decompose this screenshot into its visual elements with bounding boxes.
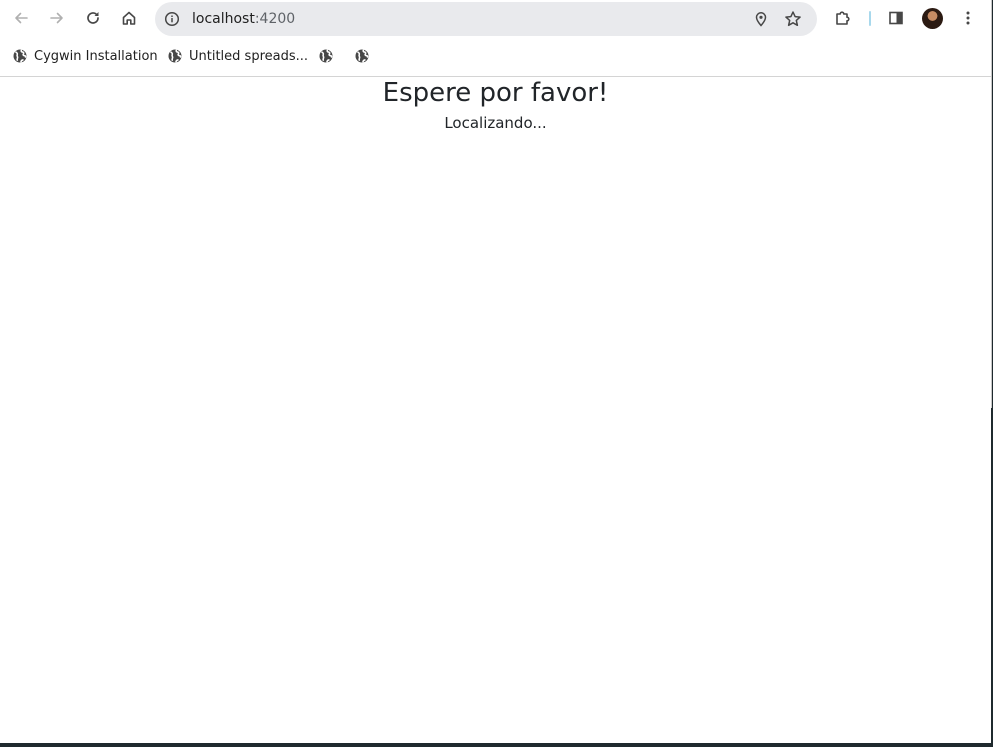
page-title: Espere por favor!	[382, 78, 609, 108]
star-icon[interactable]	[783, 9, 803, 29]
globe-icon	[355, 49, 369, 63]
extensions-button[interactable]	[829, 4, 857, 32]
url-host: localhost	[192, 11, 255, 27]
page-content: Espere por favor! Localizando...	[0, 77, 991, 743]
info-icon[interactable]	[163, 10, 181, 28]
side-panel-icon	[889, 11, 903, 25]
bookmark-label: Cygwin Installation	[34, 48, 158, 64]
side-panel-button[interactable]	[882, 4, 910, 32]
arrow-left-icon	[15, 12, 28, 24]
arrow-right-icon	[50, 12, 63, 24]
url-text[interactable]: localhost:4200	[192, 11, 295, 27]
back-button[interactable]	[7, 4, 35, 32]
loading-message: Localizando...	[444, 114, 547, 132]
bookmark-label: Untitled spreads...	[189, 48, 309, 64]
reload-icon	[87, 12, 99, 24]
desktop-background-strip	[0, 743, 993, 747]
bookmark-unnamed-1[interactable]	[314, 45, 338, 67]
browser-window: localhost:4200 Cygwin Installation Untit…	[0, 0, 992, 743]
globe-icon	[319, 49, 333, 63]
menu-button[interactable]	[954, 4, 982, 32]
kebab-menu-icon	[966, 11, 970, 25]
globe-icon	[13, 49, 27, 63]
browser-toolbar: localhost:4200	[0, 0, 991, 37]
location-pin-icon[interactable]	[751, 9, 771, 29]
url-port: :4200	[254, 11, 296, 27]
bookmark-untitled-spreadsheet[interactable]: Untitled spreads...	[163, 45, 312, 67]
profile-avatar[interactable]	[922, 8, 943, 29]
bookmark-cygwin-installation[interactable]: Cygwin Installation	[8, 45, 162, 67]
home-button[interactable]	[115, 4, 143, 32]
bookmarks-bar: Cygwin Installation Untitled spreads...	[0, 37, 991, 77]
bookmark-unnamed-2[interactable]	[350, 45, 374, 67]
globe-icon	[168, 49, 182, 63]
toolbar-divider	[869, 11, 871, 26]
puzzle-icon	[836, 11, 850, 25]
reload-button[interactable]	[79, 4, 107, 32]
forward-button[interactable]	[43, 4, 71, 32]
address-bar[interactable]: localhost:4200	[155, 2, 817, 36]
home-icon	[122, 11, 136, 25]
